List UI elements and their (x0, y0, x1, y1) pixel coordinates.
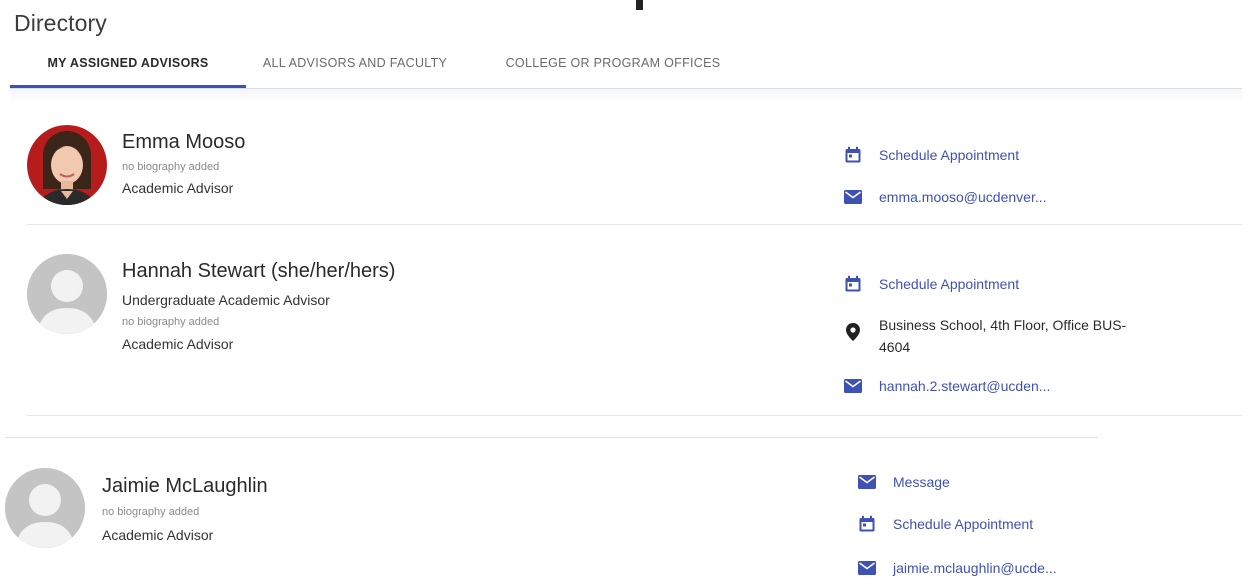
avatar (5, 468, 85, 548)
email-link[interactable]: jaimie.mclaughlin@ucde... (857, 558, 1057, 578)
action-label: Message (893, 474, 950, 490)
card-divider (27, 224, 1242, 225)
mail-icon (843, 376, 863, 396)
advisor-role: Academic Advisor (122, 336, 234, 352)
avatar (27, 254, 107, 334)
advisor-name: Hannah Stewart (she/her/hers) (122, 260, 396, 282)
calendar-icon (843, 274, 863, 294)
tab-my-assigned-advisors[interactable]: MY ASSIGNED ADVISORS (10, 40, 246, 88)
action-label: emma.mooso@ucdenver... (879, 189, 1047, 205)
mail-icon (857, 472, 877, 492)
location-pin-icon (843, 322, 863, 342)
mail-icon (843, 187, 863, 207)
avatar-photo-icon (27, 125, 107, 205)
advisor-bio: no biography added (122, 161, 220, 173)
top-divider-mark (636, 0, 640, 10)
avatar (27, 125, 107, 205)
page-title: Directory (14, 10, 107, 36)
directory-tabs: MY ASSIGNED ADVISORS ALL ADVISORS AND FA… (10, 40, 1242, 89)
tab-college-or-program-offices[interactable]: COLLEGE OR PROGRAM OFFICES (488, 40, 738, 86)
advisor-bio: no biography added (102, 506, 200, 518)
action-label: Schedule Appointment (879, 276, 1020, 292)
person-placeholder-icon (27, 254, 107, 334)
tabs-shadow-band (10, 89, 1242, 103)
action-label: Schedule Appointment (879, 147, 1020, 163)
office-location: Business School, 4th Floor, Office BUS-4… (843, 314, 1129, 358)
action-label: jaimie.mclaughlin@ucde... (893, 560, 1057, 576)
action-label: hannah.2.stewart@ucden... (879, 378, 1051, 394)
advisor-role: Academic Advisor (122, 180, 234, 196)
directory-page: Directory MY ASSIGNED ADVISORS ALL ADVIS… (0, 0, 1246, 581)
schedule-appointment-link[interactable]: Schedule Appointment (857, 514, 1033, 534)
card-divider (27, 415, 1242, 416)
calendar-icon (857, 514, 877, 534)
advisor-title: Undergraduate Academic Advisor (122, 292, 330, 308)
schedule-appointment-link[interactable]: Schedule Appointment (843, 274, 1019, 294)
calendar-icon (843, 145, 863, 165)
person-placeholder-icon (5, 468, 85, 548)
advisor-role: Academic Advisor (102, 527, 214, 543)
tab-all-advisors-and-faculty[interactable]: ALL ADVISORS AND FACULTY (246, 40, 464, 86)
email-link[interactable]: emma.mooso@ucdenver... (843, 187, 1047, 207)
email-link[interactable]: hannah.2.stewart@ucden... (843, 376, 1050, 396)
message-link[interactable]: Message (857, 472, 950, 492)
advisor-name: Jaimie McLaughlin (102, 475, 268, 497)
schedule-appointment-link[interactable]: Schedule Appointment (843, 145, 1019, 165)
advisor-bio: no biography added (122, 316, 220, 328)
advisor-name: Emma Mooso (122, 131, 246, 153)
location-text: Business School, 4th Floor, Office BUS-4… (879, 317, 1127, 355)
card-divider (5, 437, 1098, 438)
mail-icon (857, 558, 877, 578)
action-label: Schedule Appointment (893, 516, 1034, 532)
